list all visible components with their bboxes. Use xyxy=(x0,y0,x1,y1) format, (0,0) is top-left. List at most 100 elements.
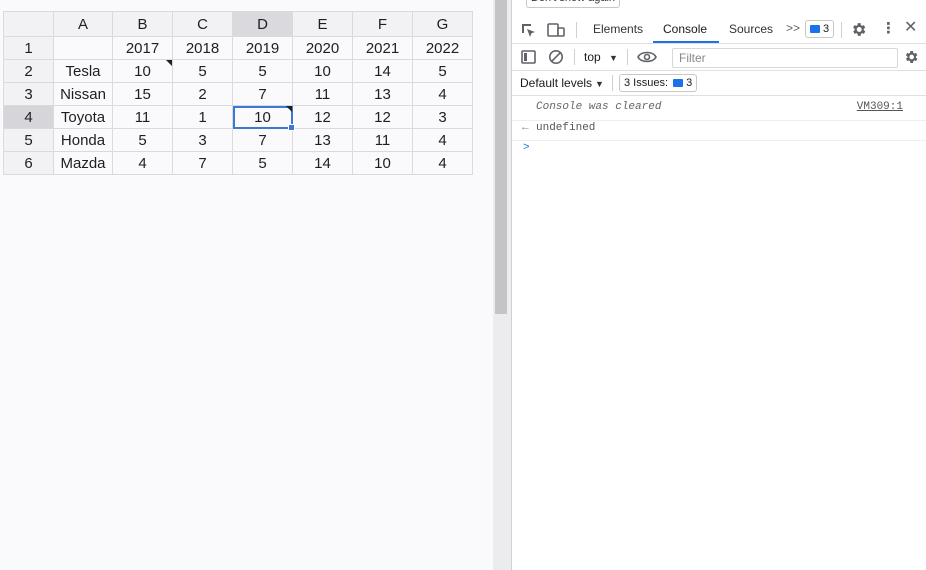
column-header-e[interactable]: E xyxy=(292,11,353,37)
cell[interactable]: 5 xyxy=(232,59,293,83)
active-tab-indicator xyxy=(653,41,719,43)
cell[interactable]: 4 xyxy=(112,151,173,175)
cell[interactable]: 5 xyxy=(112,128,173,152)
toolbar-divider xyxy=(841,22,842,38)
console-toolbar: top ▼ xyxy=(512,44,926,71)
toolbar-divider xyxy=(576,22,577,38)
cell[interactable]: 13 xyxy=(352,82,413,106)
issues-badge-count: 3 xyxy=(823,23,830,35)
cell[interactable]: 14 xyxy=(352,59,413,83)
cell[interactable]: 2017 xyxy=(112,36,173,60)
scrollbar-thumb[interactable] xyxy=(495,0,507,314)
inspect-element-icon[interactable] xyxy=(520,22,536,38)
context-selector[interactable]: top xyxy=(584,50,601,64)
more-tabs-icon[interactable]: >> xyxy=(786,21,800,35)
corner-cell[interactable] xyxy=(3,11,54,37)
cell[interactable]: Mazda xyxy=(53,151,113,175)
default-levels-dropdown[interactable]: Default levels xyxy=(520,76,592,90)
cell[interactable]: 7 xyxy=(232,82,293,106)
dropdown-arrow-icon[interactable]: ▼ xyxy=(595,77,604,91)
more-options-icon[interactable]: ⋮ xyxy=(881,21,896,36)
cell[interactable]: 2022 xyxy=(412,36,473,60)
cell[interactable]: 2020 xyxy=(292,36,353,60)
cell[interactable]: 5 xyxy=(412,59,473,83)
device-toolbar-icon[interactable] xyxy=(547,22,565,38)
cell-value: 10 xyxy=(134,62,151,80)
column-header-g[interactable]: G xyxy=(412,11,473,37)
issues-badge[interactable]: 3 xyxy=(805,20,835,38)
selected-cell[interactable]: 10 xyxy=(232,105,295,131)
cell[interactable]: Honda xyxy=(53,128,113,152)
cell[interactable]: 11 xyxy=(352,128,413,152)
settings-gear-icon[interactable] xyxy=(850,21,867,38)
sidebar-toggle-icon[interactable] xyxy=(521,50,536,64)
panel-splitter[interactable] xyxy=(493,0,511,570)
cell[interactable]: 10 xyxy=(352,151,413,175)
row-header[interactable]: 2 xyxy=(3,59,54,83)
spreadsheet-grid: A B C D E F G 1 2017 2018 2019 2020 2021… xyxy=(3,11,473,175)
dont-show-again-button[interactable]: Don't show again xyxy=(526,0,621,8)
cell[interactable]: 2021 xyxy=(352,36,413,60)
cell-with-comment[interactable]: 10 xyxy=(112,59,173,83)
cell[interactable]: 13 xyxy=(292,128,353,152)
comment-indicator xyxy=(166,60,172,66)
cell[interactable]: 2019 xyxy=(232,36,293,60)
cell[interactable]: 12 xyxy=(352,105,413,129)
cell[interactable]: 4 xyxy=(412,151,473,175)
devtools-tab-bar: Elements Console Sources >> 3 ⋮ ✕ xyxy=(512,16,926,44)
column-header-c[interactable]: C xyxy=(172,11,233,37)
cell[interactable]: 11 xyxy=(292,82,353,106)
cell[interactable] xyxy=(53,36,113,60)
console-cleared-text: Console was cleared xyxy=(536,101,662,113)
cell[interactable]: 10 xyxy=(292,59,353,83)
column-header-a[interactable]: A xyxy=(53,11,113,37)
cell[interactable]: 15 xyxy=(112,82,173,106)
cell-value: 10 xyxy=(254,108,271,126)
cell[interactable]: 12 xyxy=(292,105,353,129)
toolbar-divider xyxy=(574,49,575,65)
dropdown-arrow-icon[interactable]: ▼ xyxy=(609,51,618,65)
console-settings-gear-icon[interactable] xyxy=(903,49,919,65)
cell[interactable]: 4 xyxy=(412,82,473,106)
cell[interactable]: 5 xyxy=(172,59,233,83)
cell[interactable]: 7 xyxy=(172,151,233,175)
close-devtools-icon[interactable]: ✕ xyxy=(904,20,917,36)
cell[interactable]: 2018 xyxy=(172,36,233,60)
cell[interactable]: Nissan xyxy=(53,82,113,106)
cell[interactable]: 4 xyxy=(412,128,473,152)
row-header[interactable]: 1 xyxy=(3,36,54,60)
row-header[interactable]: 6 xyxy=(3,151,54,175)
source-link[interactable]: VM309:1 xyxy=(857,101,903,113)
issues-button[interactable]: 3 Issues: 3 xyxy=(619,74,698,92)
cell[interactable]: 3 xyxy=(172,128,233,152)
table-row: 5 Honda 5 3 7 13 11 4 xyxy=(3,128,473,152)
cell[interactable]: 3 xyxy=(412,105,473,129)
clear-console-icon[interactable] xyxy=(548,49,564,65)
console-levels-bar: Default levels ▼ 3 Issues: 3 xyxy=(512,71,926,96)
cell[interactable]: 14 xyxy=(292,151,353,175)
cell[interactable]: Tesla xyxy=(53,59,113,83)
cell[interactable]: Toyota xyxy=(53,105,113,129)
message-icon xyxy=(673,79,684,87)
tab-console[interactable]: Console xyxy=(663,22,707,36)
console-prompt-row[interactable]: > xyxy=(512,140,926,160)
tab-sources[interactable]: Sources xyxy=(729,22,773,36)
cell[interactable]: 11 xyxy=(112,105,173,129)
filter-input[interactable] xyxy=(672,48,898,68)
table-row: 3 Nissan 15 2 7 11 13 4 xyxy=(3,82,473,106)
column-header-d[interactable]: D xyxy=(232,11,293,37)
cell[interactable]: 1 xyxy=(172,105,233,129)
row-header[interactable]: 5 xyxy=(3,128,54,152)
column-header-b[interactable]: B xyxy=(112,11,173,37)
cell[interactable]: 7 xyxy=(232,128,293,152)
column-header-f[interactable]: F xyxy=(352,11,413,37)
cell[interactable]: 5 xyxy=(232,151,293,175)
row-header[interactable]: 3 xyxy=(3,82,54,106)
table-row: 4 Toyota 11 1 10 12 12 3 xyxy=(3,105,473,131)
result-value: undefined xyxy=(536,122,596,134)
tab-elements[interactable]: Elements xyxy=(593,22,643,36)
row-header[interactable]: 4 xyxy=(3,105,54,129)
cell[interactable]: 2 xyxy=(172,82,233,106)
live-expression-eye-icon[interactable] xyxy=(637,50,657,64)
comment-indicator xyxy=(286,106,292,112)
